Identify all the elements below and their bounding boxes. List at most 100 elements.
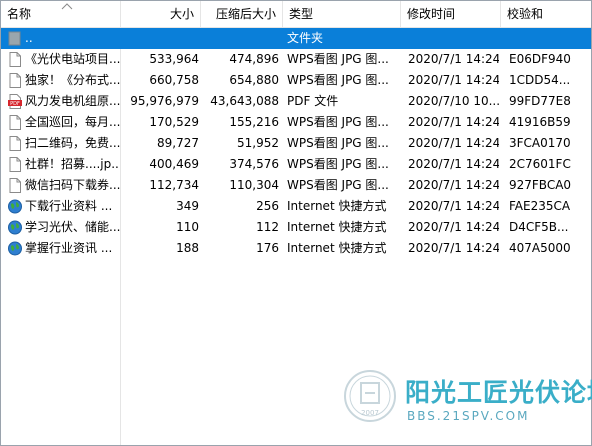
- file-size: 533,964: [149, 52, 199, 66]
- file-type: Internet 快捷方式: [287, 199, 387, 213]
- file-name: 下载行业资料 ...: [25, 199, 113, 213]
- pdf-icon: PDF: [8, 94, 22, 109]
- file-type: 文件夹: [287, 31, 324, 45]
- file-type: WPS看图 JPG 图...: [287, 115, 389, 129]
- forum-badge-logo: 2007: [344, 370, 396, 422]
- file-type: WPS看图 JPG 图...: [287, 136, 389, 150]
- file-name: 风力发电机组原...: [25, 94, 120, 108]
- column-header-name-label: 名称: [7, 7, 32, 21]
- file-size: 349: [176, 199, 199, 213]
- file-compressed-size: 374,576: [229, 157, 279, 171]
- column-header-size-label: 大小: [169, 7, 194, 21]
- file-compressed-size: 112: [256, 220, 279, 234]
- globe-icon: [8, 241, 22, 256]
- file-checksum: E06DF940: [509, 52, 571, 66]
- file-modified-time: 2020/7/1 14:24: [408, 157, 499, 171]
- file-name: ..: [25, 31, 33, 45]
- file-row[interactable]: 微信扫码下载券... 112,734 110,304 WPS看图 JPG 图... 20…: [1, 175, 591, 196]
- forum-badge-year: 2007: [361, 409, 379, 417]
- column-header-type[interactable]: 类型: [283, 1, 401, 27]
- file-checksum: 2C7601FC: [509, 157, 571, 171]
- forum-watermark: 2007 阳光工匠光伏论坛 BBS.21SPV.COM: [339, 369, 592, 445]
- file-row[interactable]: 全国巡回，每月... 170,529 155,216 WPS看图 JPG 图... 20…: [1, 112, 591, 133]
- column-header-name[interactable]: 名称: [1, 1, 121, 27]
- file-type: WPS看图 JPG 图...: [287, 178, 389, 192]
- file-size: [123, 28, 199, 49]
- file-modified-time: 2020/7/1 14:24: [408, 136, 499, 150]
- file-checksum: FAE235CA: [509, 199, 571, 213]
- file-type: WPS看图 JPG 图...: [287, 52, 389, 66]
- forum-url: BBS.21SPV.COM: [407, 409, 530, 423]
- file-row[interactable]: 社群！招募....jp... 400,469 374,576 WPS看图 JPG 图.…: [1, 154, 591, 175]
- svg-text:PDF: PDF: [10, 101, 20, 107]
- file-type: WPS看图 JPG 图...: [287, 73, 389, 87]
- file-size: 89,727: [157, 136, 199, 150]
- column-header-crc[interactable]: 校验和: [501, 1, 591, 27]
- file-icon: [8, 157, 22, 172]
- file-size: 170,529: [149, 115, 199, 129]
- file-compressed-size: 176: [256, 241, 279, 255]
- file-name: 掌握行业资讯 ...: [25, 241, 113, 255]
- file-modified-time: 2020/7/1 14:24: [408, 115, 499, 129]
- file-icon: [8, 52, 22, 67]
- forum-title: 阳光工匠光伏论坛: [405, 378, 592, 407]
- file-row[interactable]: 独家！《分布式... 660,758 654,880 WPS看图 JPG 图... 20…: [1, 70, 591, 91]
- file-icon: [8, 73, 22, 88]
- file-checksum: 1CDD54...: [509, 73, 571, 87]
- globe-icon: [8, 220, 22, 235]
- file-modified-time: 2020/7/1 14:24: [408, 73, 499, 87]
- file-icon: [8, 178, 22, 193]
- file-checksum: 927FBCA0: [509, 178, 572, 192]
- file-type: Internet 快捷方式: [287, 241, 387, 255]
- file-name: 社群！招募....jp...: [25, 157, 120, 171]
- file-modified-time: 2020/7/1 14:24: [408, 52, 499, 66]
- file-type: Internet 快捷方式: [287, 220, 387, 234]
- file-name: 独家！《分布式...: [25, 73, 120, 87]
- file-size: 112,734: [149, 178, 199, 192]
- file-size: 400,469: [149, 157, 199, 171]
- file-type: PDF 文件: [287, 94, 339, 108]
- column-header-modified-label: 修改时间: [407, 7, 456, 21]
- file-name: 学习光伏、储能...: [25, 220, 120, 234]
- file-modified-time: 2020/7/1 14:24: [408, 199, 499, 213]
- column-header-bar: 名称 大小 压缩后大小 类型 修改时间 校验和: [1, 1, 591, 28]
- file-row[interactable]: 下载行业资料 ... 349 256 Internet 快捷方式 2020/7/1 14…: [1, 196, 591, 217]
- file-checksum: [509, 28, 589, 49]
- file-size: 110: [176, 220, 199, 234]
- file-row[interactable]: 《光伏电站项目... 533,964 474,896 WPS看图 JPG 图... 20…: [1, 49, 591, 70]
- file-compressed-size: 155,216: [229, 115, 279, 129]
- file-size: 95,976,979: [130, 94, 199, 108]
- column-header-size[interactable]: 大小: [121, 1, 201, 27]
- file-checksum: D4CF5B...: [509, 220, 569, 234]
- column-header-compressed[interactable]: 压缩后大小: [201, 1, 283, 27]
- file-row[interactable]: 学习光伏、储能... 110 112 Internet 快捷方式 2020/7/1 14…: [1, 217, 591, 238]
- file-checksum: 3FCA0170: [509, 136, 571, 150]
- file-compressed-size: 51,952: [237, 136, 279, 150]
- sort-ascending-icon: [61, 3, 73, 10]
- file-checksum: 41916B59: [509, 115, 571, 129]
- file-icon: [8, 115, 22, 130]
- file-compressed-size: 256: [256, 199, 279, 213]
- file-modified-time: [408, 28, 499, 49]
- file-row[interactable]: PDF 风力发电机组原... 95,976,979 43,643,088 PDF 文件 2…: [1, 91, 591, 112]
- column-header-type-label: 类型: [289, 7, 314, 21]
- file-name: 《光伏电站项目...: [25, 52, 120, 66]
- globe-icon: [8, 199, 22, 214]
- file-compressed-size: 654,880: [229, 73, 279, 87]
- file-checksum: 407A5000: [509, 241, 571, 255]
- file-name: 全国巡回，每月...: [25, 115, 120, 129]
- column-header-modified[interactable]: 修改时间: [401, 1, 501, 27]
- file-compressed-size: [201, 28, 279, 49]
- file-row[interactable]: 掌握行业资讯 ... 188 176 Internet 快捷方式 2020/7/1 14…: [1, 238, 591, 259]
- column-header-crc-label: 校验和: [507, 7, 544, 21]
- file-size: 660,758: [149, 73, 199, 87]
- file-row[interactable]: .. 文件夹: [1, 28, 591, 49]
- archive-file-list: 名称 大小 压缩后大小 类型 修改时间 校验和 .. 文件夹《光伏电站项目... 5…: [0, 0, 592, 446]
- file-modified-time: 2020/7/1 14:24: [408, 220, 499, 234]
- file-compressed-size: 43,643,088: [210, 94, 279, 108]
- file-row[interactable]: 扫二维码，免费... 89,727 51,952 WPS看图 JPG 图... 2020…: [1, 133, 591, 154]
- file-size: 188: [176, 241, 199, 255]
- file-compressed-size: 474,896: [229, 52, 279, 66]
- file-name: 扫二维码，免费...: [25, 136, 120, 150]
- file-rows: .. 文件夹《光伏电站项目... 533,964 474,896 WPS看图 JPG 图…: [1, 28, 591, 259]
